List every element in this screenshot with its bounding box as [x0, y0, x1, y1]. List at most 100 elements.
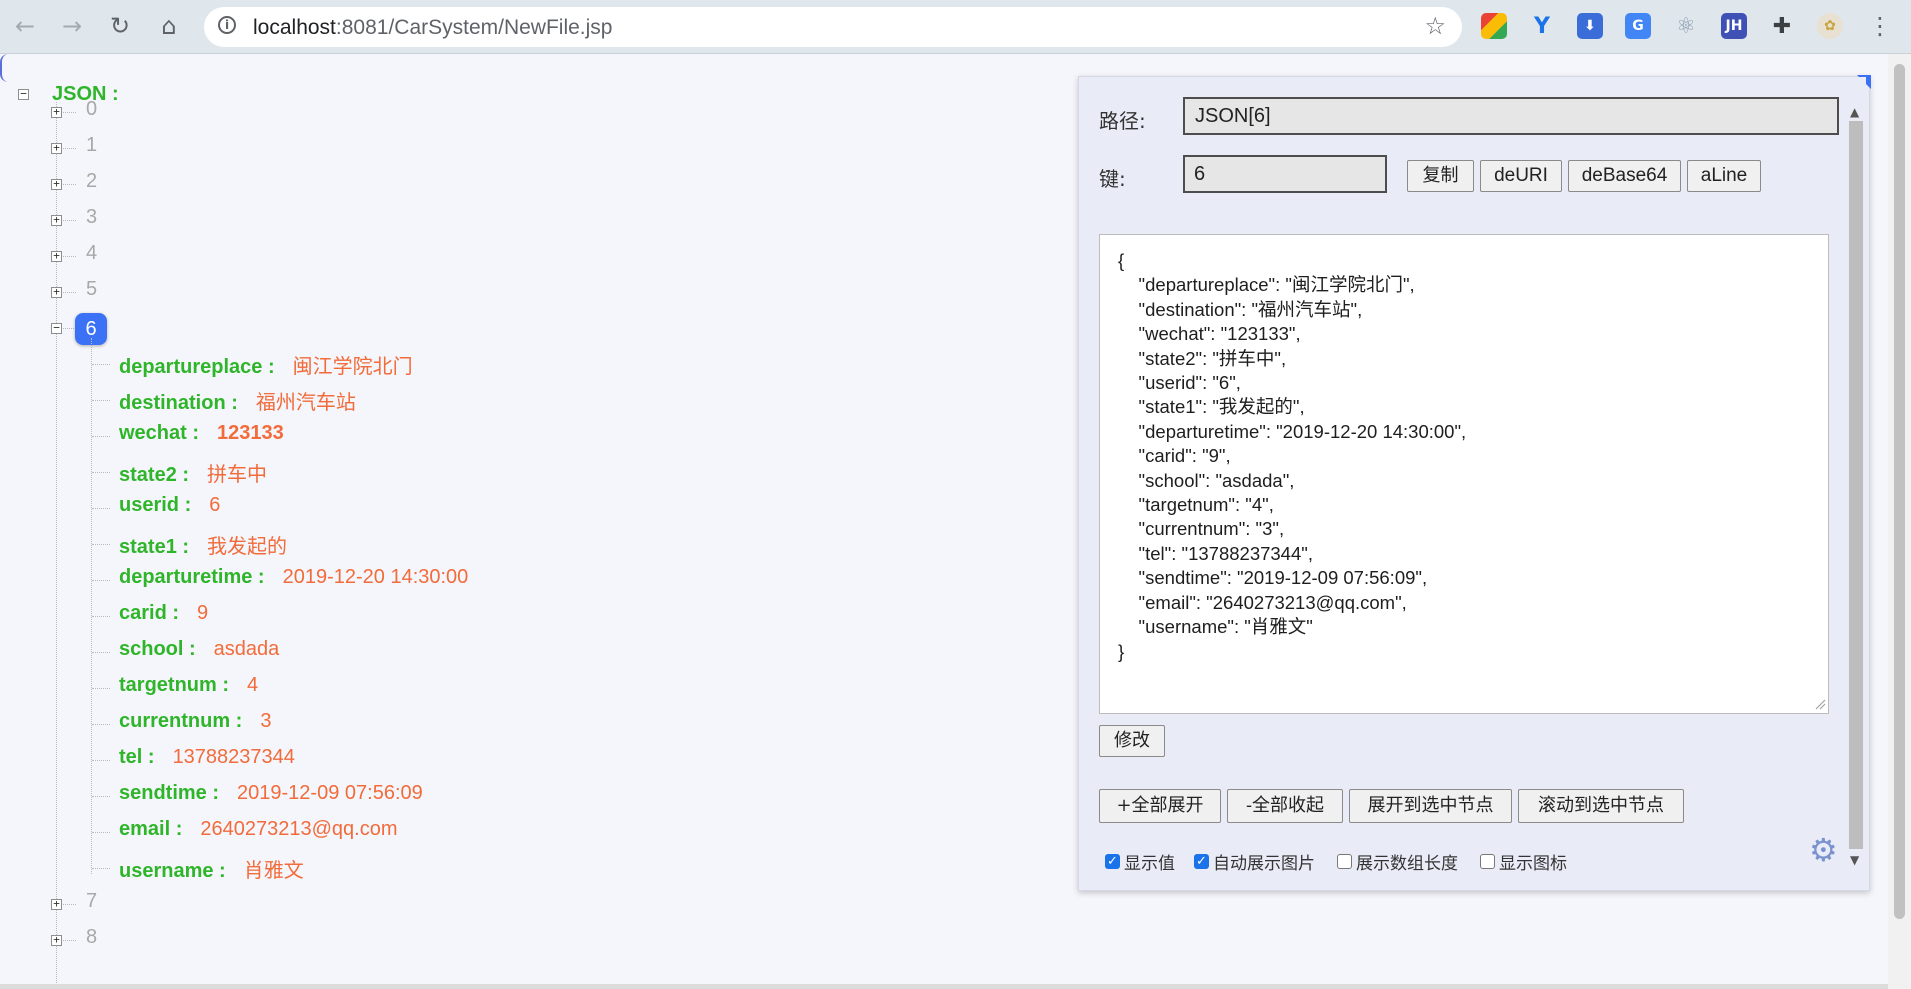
- key-field[interactable]: 6: [1183, 155, 1387, 193]
- tree-field-row[interactable]: carid : 9: [119, 602, 208, 625]
- scroll-down-icon[interactable]: ▼: [1850, 853, 1859, 867]
- tree-branch-line: [92, 652, 110, 653]
- panel-scrollbar[interactable]: ▲ ▼: [1844, 77, 1866, 875]
- aline-button[interactable]: aLine: [1687, 160, 1761, 192]
- tree-node-index[interactable]: 1: [86, 134, 97, 157]
- field-key: departureplace :: [119, 356, 275, 378]
- expand-toggle-icon[interactable]: +: [51, 142, 62, 154]
- panel-scrollbar-thumb[interactable]: [1849, 121, 1863, 849]
- tree-field-row[interactable]: departuretime : 2019-12-20 14:30:00: [119, 566, 468, 589]
- tree-field-row[interactable]: state1 : 我发起的: [119, 530, 287, 559]
- checkbox-unchecked-icon[interactable]: [1480, 854, 1495, 869]
- show-array-length-checkbox[interactable]: 展示数组长度: [1337, 849, 1458, 874]
- tree-field-row[interactable]: wechat : 123133: [119, 422, 284, 445]
- expand-toggle-icon[interactable]: +: [51, 898, 62, 910]
- download-icon[interactable]: ⬇: [1577, 13, 1603, 39]
- copy-button[interactable]: 复制: [1407, 160, 1474, 192]
- address-bar[interactable]: i localhost:8081/CarSystem/NewFile.jsp ☆: [204, 7, 1462, 47]
- tree-field-row[interactable]: tel : 13788237344: [119, 746, 295, 769]
- checkbox-label: 显示图标: [1499, 854, 1567, 874]
- forward-arrow-icon[interactable]: →: [56, 10, 88, 42]
- bookmark-star-icon[interactable]: ☆: [1424, 12, 1446, 40]
- tree-field-row[interactable]: sendtime : 2019-12-09 07:56:09: [119, 782, 423, 805]
- json-textarea[interactable]: { "departureplace": "闽江学院北门", "destinati…: [1099, 234, 1829, 714]
- horizontal-scrollbar[interactable]: [0, 984, 1888, 989]
- expand-to-selected-button[interactable]: 展开到选中节点: [1349, 789, 1512, 823]
- tree-field-row[interactable]: state2 : 拼车中: [119, 458, 267, 487]
- debase64-button[interactable]: deBase64: [1568, 160, 1681, 192]
- field-key: destination :: [119, 392, 238, 414]
- field-value: 福州汽车站: [255, 392, 356, 414]
- field-value: 123133: [217, 422, 284, 444]
- tree-branch-line: [92, 868, 110, 869]
- expand-toggle-icon[interactable]: +: [51, 178, 62, 190]
- path-field[interactable]: JSON[6]: [1183, 97, 1839, 135]
- expand-toggle-icon[interactable]: +: [51, 286, 62, 298]
- field-value: 2019-12-09 07:56:09: [237, 782, 423, 804]
- tree-node-index[interactable]: 3: [86, 206, 97, 229]
- puzzle-icon[interactable]: ✚: [1769, 13, 1795, 39]
- expand-toggle-icon[interactable]: +: [51, 214, 62, 226]
- scroll-up-icon[interactable]: ▲: [1850, 105, 1859, 119]
- checkbox-checked-icon[interactable]: ✓: [1105, 854, 1120, 869]
- tree-field-row[interactable]: destination : 福州汽车站: [119, 386, 356, 415]
- expand-toggle-icon[interactable]: +: [51, 934, 62, 946]
- checkbox-checked-icon[interactable]: ✓: [1194, 854, 1209, 869]
- color-picker-icon[interactable]: [1481, 13, 1507, 39]
- gear-icon[interactable]: ⚙: [1809, 831, 1838, 869]
- tree-field-row[interactable]: username : 肖雅文: [119, 854, 304, 883]
- expand-toggle-icon[interactable]: +: [51, 106, 62, 118]
- expand-toggle-icon[interactable]: +: [51, 250, 62, 262]
- url-text[interactable]: localhost:8081/CarSystem/NewFile.jsp: [253, 16, 613, 40]
- page-scrollbar-thumb[interactable]: [1894, 64, 1905, 919]
- page-scrollbar[interactable]: [1888, 54, 1911, 989]
- back-arrow-icon[interactable]: ←: [9, 10, 41, 42]
- browser-toolbar: ← → ↻ ⌂ i localhost:8081/CarSystem/NewFi…: [0, 0, 1911, 54]
- auto-show-image-checkbox[interactable]: ✓ 自动展示图片: [1194, 849, 1315, 874]
- field-value: 3: [260, 710, 272, 732]
- tree-branch-line: [92, 580, 110, 581]
- tree-node-index[interactable]: 7: [86, 890, 97, 913]
- tree-branch-line: [92, 472, 110, 473]
- react-icon[interactable]: ⚛: [1673, 13, 1699, 39]
- site-info-icon[interactable]: i: [218, 16, 236, 34]
- tree-field-row[interactable]: departureplace : 闽江学院北门: [119, 350, 413, 379]
- field-key: wechat :: [119, 422, 200, 444]
- tree-node-index[interactable]: 2: [86, 170, 97, 193]
- tree-guide-line: [56, 102, 57, 989]
- checkbox-unchecked-icon[interactable]: [1337, 854, 1352, 869]
- field-value: 9: [197, 602, 209, 624]
- show-value-checkbox[interactable]: ✓ 显示值: [1105, 849, 1175, 874]
- deuri-button[interactable]: deURI: [1480, 160, 1562, 192]
- avatar-icon[interactable]: ✿: [1817, 13, 1843, 39]
- tree-node-index[interactable]: 5: [86, 278, 97, 301]
- tree-field-row[interactable]: school : asdada: [119, 638, 279, 661]
- reload-icon[interactable]: ↻: [104, 10, 136, 42]
- field-key: carid :: [119, 602, 180, 624]
- tree-node-index[interactable]: 8: [86, 926, 97, 949]
- show-icon-checkbox[interactable]: 显示图标: [1480, 849, 1567, 874]
- resize-grip-icon[interactable]: [1814, 697, 1826, 710]
- checkbox-label: 显示值: [1124, 854, 1175, 874]
- home-icon[interactable]: ⌂: [153, 10, 185, 42]
- menu-dots-icon[interactable]: ⋮: [1864, 10, 1896, 42]
- tree-field-row[interactable]: userid : 6: [119, 494, 220, 517]
- tree-node-index[interactable]: 4: [86, 242, 97, 265]
- scroll-to-selected-button[interactable]: 滚动到选中节点: [1518, 789, 1684, 823]
- tree-node-index[interactable]: 0: [86, 98, 97, 121]
- modify-button[interactable]: 修改: [1099, 725, 1165, 757]
- collapse-all-button[interactable]: -全部收起: [1227, 789, 1343, 823]
- tree-branch-line: [92, 796, 110, 797]
- translate-icon[interactable]: G: [1625, 13, 1651, 39]
- checkbox-label: 展示数组长度: [1356, 854, 1458, 874]
- field-key: currentnum :: [119, 710, 243, 732]
- collapse-toggle-icon[interactable]: −: [51, 322, 62, 334]
- collapse-toggle-icon[interactable]: −: [18, 88, 29, 100]
- field-key: username :: [119, 860, 226, 882]
- jh-icon[interactable]: JH: [1721, 13, 1747, 39]
- expand-all-button[interactable]: +全部展开: [1099, 789, 1221, 823]
- tree-field-row[interactable]: targetnum : 4: [119, 674, 258, 697]
- y-icon[interactable]: Y: [1529, 13, 1555, 39]
- tree-field-row[interactable]: currentnum : 3: [119, 710, 271, 733]
- tree-field-row[interactable]: email : 2640273213@qq.com: [119, 818, 397, 841]
